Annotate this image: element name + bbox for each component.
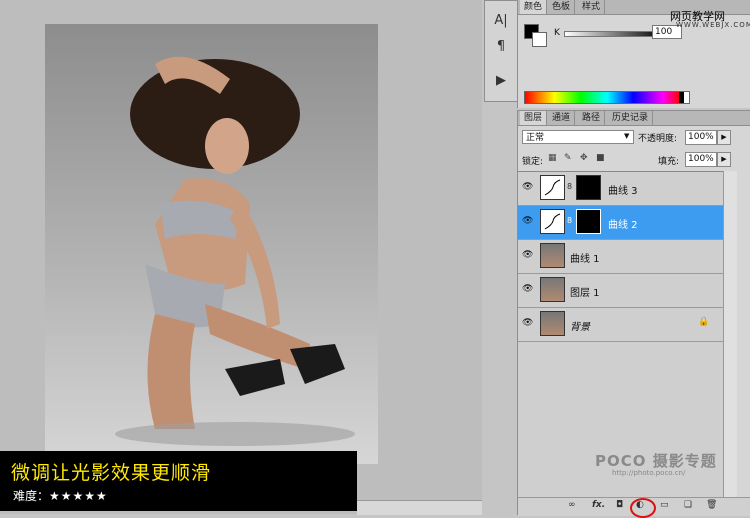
panel-dock: A| ¶ ▶ bbox=[484, 0, 518, 102]
tab-history[interactable]: 历史记录 bbox=[608, 111, 654, 125]
eye-icon[interactable]: 👁 bbox=[522, 318, 534, 328]
new-layer-icon[interactable]: ❏ bbox=[684, 500, 692, 510]
layers-bottom-toolbar: ∞ fx. ◘ ◐ ▭ ❏ 🗑 bbox=[518, 497, 750, 518]
curves-thumbnail-icon bbox=[540, 175, 565, 200]
difficulty-rating: 难度：★★★★★ bbox=[13, 487, 108, 504]
canvas-photo[interactable] bbox=[45, 24, 378, 464]
chain-icon[interactable]: 8 bbox=[567, 216, 572, 225]
layer-mask-thumbnail[interactable] bbox=[576, 209, 601, 234]
k-channel-slider[interactable] bbox=[564, 31, 664, 37]
layer-mask-thumbnail[interactable] bbox=[576, 175, 601, 200]
layer-row[interactable]: 👁 图层 1 bbox=[518, 274, 723, 308]
caption-title: 微调让光影效果更顺滑 bbox=[11, 462, 212, 484]
site-watermark-url: WWW.WEBJX.COM bbox=[676, 21, 750, 29]
eye-icon[interactable]: 👁 bbox=[522, 182, 534, 192]
tab-channels[interactable]: 通道 bbox=[548, 111, 576, 125]
layer-thumbnail bbox=[540, 311, 565, 336]
actions-icon[interactable]: ▶ bbox=[491, 71, 511, 91]
opacity-input[interactable]: 100% bbox=[685, 130, 717, 145]
chevron-down-icon[interactable]: ▼ bbox=[624, 132, 629, 140]
fill-input[interactable]: 100% bbox=[685, 152, 717, 167]
layer-row[interactable]: 👁 背景 🔒 bbox=[518, 308, 723, 342]
lock-icon: 🔒 bbox=[698, 317, 710, 327]
lock-all-icon[interactable]: ■ bbox=[596, 153, 605, 163]
canvas-horizontal-scrollbar[interactable] bbox=[357, 500, 482, 515]
eye-icon[interactable]: 👁 bbox=[522, 216, 534, 226]
fx-icon[interactable]: fx. bbox=[592, 500, 605, 510]
character-icon[interactable]: A| bbox=[491, 11, 511, 31]
chain-icon[interactable]: 8 bbox=[567, 182, 572, 191]
layer-name: 曲线 3 bbox=[608, 186, 638, 197]
lock-transparency-icon[interactable]: ▦ bbox=[548, 153, 557, 163]
poco-watermark-url: http://photo.poco.cn/ bbox=[612, 469, 686, 477]
difficulty-stars: ★★★★★ bbox=[49, 489, 108, 503]
tab-paths[interactable]: 路径 bbox=[578, 111, 606, 125]
annotation-circle bbox=[630, 498, 656, 518]
tab-styles[interactable]: 样式 bbox=[578, 0, 606, 14]
tab-color[interactable]: 颜色 bbox=[520, 0, 548, 14]
layer-name: 曲线 1 bbox=[570, 254, 600, 265]
background-color-swatch[interactable] bbox=[532, 32, 547, 47]
lock-label: 锁定: bbox=[522, 157, 544, 167]
layer-row[interactable]: 👁 8 曲线 2 bbox=[518, 206, 723, 240]
layer-thumbnail bbox=[540, 277, 565, 302]
link-icon[interactable]: ∞ bbox=[568, 500, 576, 510]
tab-swatches[interactable]: 色板 bbox=[548, 0, 576, 14]
lock-pixels-icon[interactable]: ✎ bbox=[564, 153, 572, 163]
layer-name: 曲线 2 bbox=[608, 220, 638, 231]
layer-name: 背景 bbox=[570, 322, 590, 333]
model-silhouette bbox=[115, 56, 355, 446]
poco-watermark: POCO 摄影专题 bbox=[595, 452, 717, 470]
lock-position-icon[interactable]: ✥ bbox=[580, 153, 588, 163]
eye-icon[interactable]: 👁 bbox=[522, 284, 534, 294]
layers-panel-tabs: 图层 通道 路径 历史记录 bbox=[518, 111, 750, 126]
difficulty-label: 难度： bbox=[13, 489, 50, 503]
layer-name: 图层 1 bbox=[570, 288, 600, 299]
color-spectrum-bar[interactable] bbox=[524, 91, 690, 104]
eye-icon[interactable]: 👁 bbox=[522, 250, 534, 260]
opacity-label: 不透明度: bbox=[638, 134, 678, 144]
layer-thumbnail bbox=[540, 243, 565, 268]
layer-row[interactable]: 👁 8 曲线 3 bbox=[518, 172, 723, 206]
curves-thumbnail-icon bbox=[540, 209, 565, 234]
trash-icon[interactable]: 🗑 bbox=[706, 500, 717, 510]
layer-row[interactable]: 👁 曲线 1 bbox=[518, 240, 723, 274]
fill-label: 填充: bbox=[658, 157, 680, 167]
group-icon[interactable]: ▭ bbox=[660, 500, 669, 510]
tab-layers[interactable]: 图层 bbox=[520, 111, 548, 125]
paragraph-icon[interactable]: ¶ bbox=[491, 37, 511, 57]
k-channel-label: K bbox=[554, 28, 560, 38]
blend-mode-select[interactable]: 正常 bbox=[522, 130, 634, 144]
mask-icon[interactable]: ◘ bbox=[616, 500, 623, 510]
fill-arrow-icon[interactable]: ▶ bbox=[717, 152, 731, 167]
layer-list-scrollbar[interactable] bbox=[723, 171, 737, 499]
opacity-arrow-icon[interactable]: ▶ bbox=[717, 130, 731, 145]
